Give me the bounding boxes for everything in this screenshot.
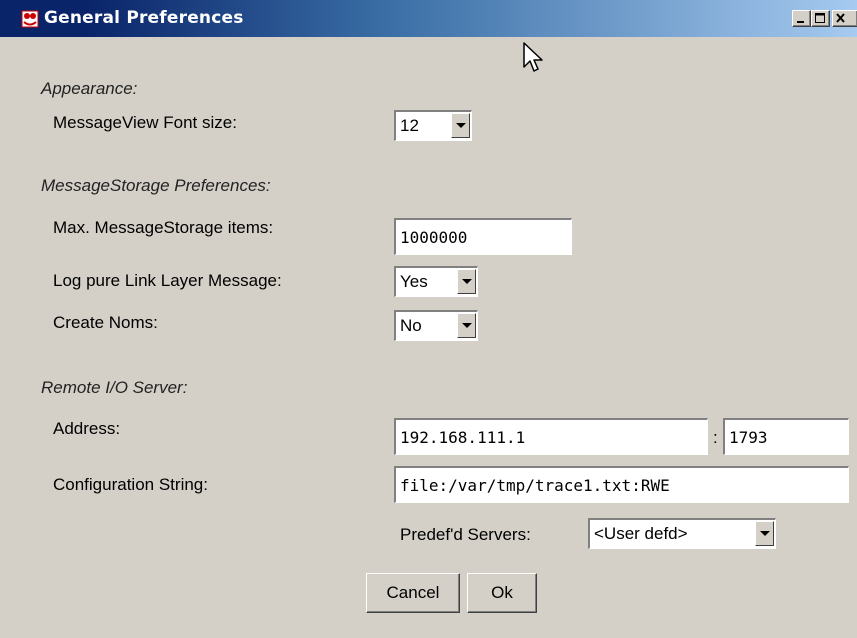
close-button[interactable] [832, 10, 857, 27]
create-noms-select[interactable]: No [394, 310, 478, 341]
chevron-down-icon [760, 531, 770, 536]
mouse-cursor-icon [523, 42, 543, 72]
chevron-down-icon [462, 279, 472, 284]
title-bar[interactable]: General Preferences [0, 0, 857, 37]
minimize-button[interactable] [792, 10, 811, 27]
predef-servers-label: Predef'd Servers: [400, 525, 531, 544]
port-separator: : [713, 428, 718, 447]
log-link-layer-select[interactable]: Yes [394, 266, 478, 297]
font-size-select[interactable]: 12 [394, 110, 472, 141]
port-value: 1793 [729, 428, 768, 447]
address-label: Address: [53, 419, 121, 438]
log-link-layer-value: Yes [400, 272, 428, 291]
maximize-icon [815, 13, 825, 23]
minimize-icon [797, 21, 804, 23]
config-string-field[interactable]: file:/var/tmp/trace1.txt:RWE [394, 466, 849, 503]
address-field[interactable]: 192.168.111.1 [394, 418, 708, 455]
predef-servers-select[interactable]: <User defd> [588, 518, 776, 549]
log-link-layer-dropdown-button[interactable] [457, 269, 476, 294]
appearance-heading: Appearance: [41, 79, 138, 98]
create-noms-value: No [400, 316, 422, 335]
config-string-value: file:/var/tmp/trace1.txt:RWE [400, 476, 670, 495]
predef-servers-value: <User defd> [594, 524, 688, 543]
create-noms-label: Create Noms: [53, 313, 158, 332]
window-title: General Preferences [44, 8, 244, 28]
address-value: 192.168.111.1 [400, 428, 526, 447]
predef-servers-dropdown-button[interactable] [755, 521, 774, 546]
font-size-value: 12 [400, 116, 419, 135]
ok-button[interactable]: Ok [467, 573, 537, 613]
config-string-label: Configuration String: [53, 475, 208, 494]
max-items-label: Max. MessageStorage items: [53, 218, 274, 237]
create-noms-dropdown-button[interactable] [457, 313, 476, 338]
maximize-button[interactable] [811, 10, 830, 27]
storage-heading: MessageStorage Preferences: [41, 176, 271, 195]
app-icon [21, 10, 39, 28]
font-size-dropdown-button[interactable] [451, 113, 470, 138]
remote-heading: Remote I/O Server: [41, 378, 188, 397]
max-items-value: 1000000 [400, 228, 468, 247]
log-link-layer-label: Log pure Link Layer Message: [53, 271, 282, 290]
cancel-button[interactable]: Cancel [366, 573, 460, 613]
chevron-down-icon [462, 323, 472, 328]
max-items-field[interactable]: 1000000 [394, 218, 572, 255]
close-icon [836, 13, 845, 23]
port-field[interactable]: 1793 [723, 418, 849, 455]
chevron-down-icon [456, 123, 466, 128]
font-size-label: MessageView Font size: [53, 113, 237, 132]
